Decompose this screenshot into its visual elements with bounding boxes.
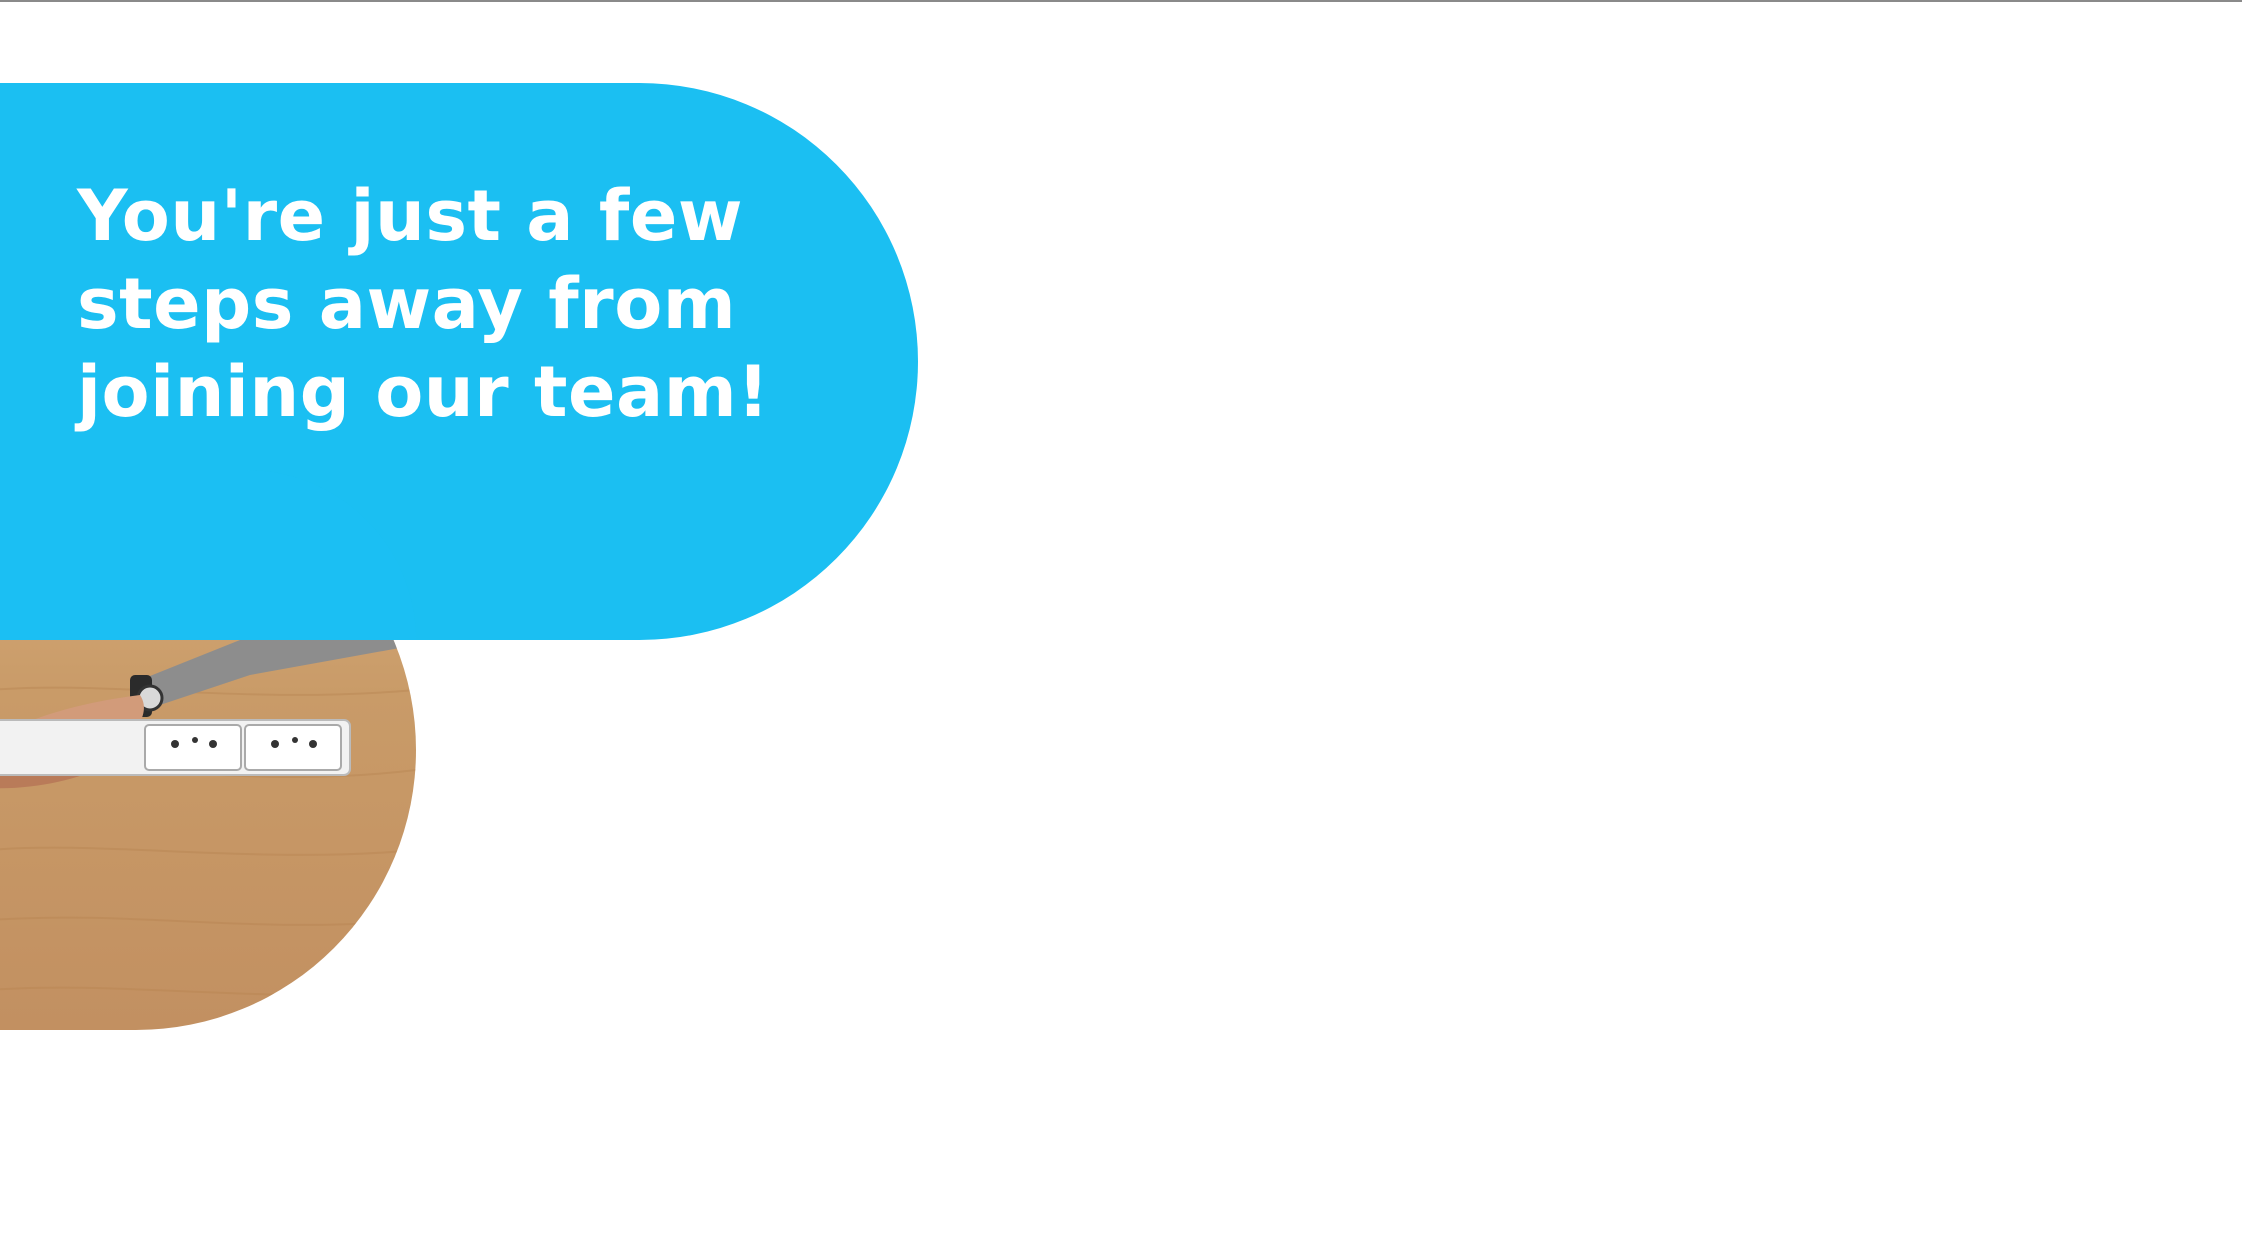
headline-line-1: You're just a few xyxy=(77,175,744,257)
headline-line-3: joining our team! xyxy=(77,351,770,433)
top-border xyxy=(0,0,2242,2)
headline-line-2: steps away from xyxy=(77,263,737,345)
hero-headline: You're just a few steps away from joinin… xyxy=(77,172,770,436)
page: You're just a few steps away from joinin… xyxy=(0,0,2242,1249)
